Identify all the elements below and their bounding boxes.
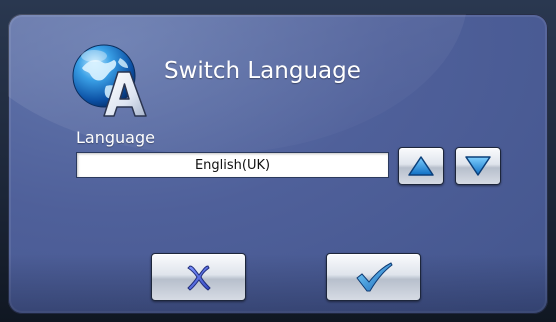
- language-label: Language: [76, 128, 155, 147]
- language-up-button[interactable]: [398, 147, 444, 185]
- globe-language-icon: [66, 38, 152, 124]
- dialog-title: Switch Language: [164, 58, 361, 84]
- language-down-button[interactable]: [455, 147, 501, 185]
- language-value-field[interactable]: English(UK): [76, 152, 389, 178]
- triangle-down-icon: [465, 156, 491, 176]
- dialog-bottom-shade: [8, 254, 548, 314]
- ok-button[interactable]: [326, 253, 421, 301]
- x-icon: [186, 265, 211, 291]
- cancel-button[interactable]: [151, 253, 246, 301]
- triangle-up-icon: [408, 156, 434, 176]
- switch-language-dialog: Switch Language Language English(UK): [8, 14, 548, 314]
- checkmark-icon: [355, 262, 393, 292]
- screen-frame: Switch Language Language English(UK): [0, 0, 556, 322]
